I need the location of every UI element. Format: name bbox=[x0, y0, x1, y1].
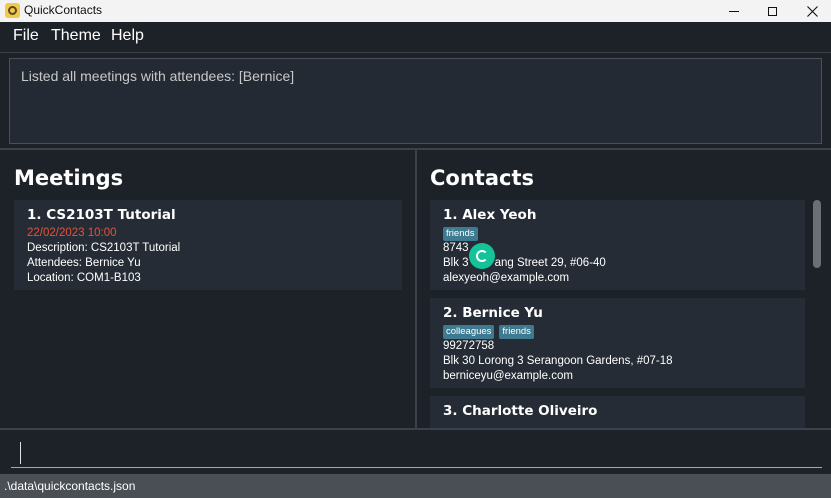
window-title: QuickContacts bbox=[24, 3, 103, 17]
contact-email: alexyeoh@example.com bbox=[443, 272, 570, 284]
result-message: Listed all meetings with attendees: [Ber… bbox=[21, 68, 295, 84]
contact-tags: colleagues friends bbox=[443, 325, 534, 339]
meeting-location: Location: COM1-B103 bbox=[27, 272, 141, 284]
tag: friends bbox=[499, 325, 534, 339]
contact-phone: 99272758 bbox=[443, 340, 495, 352]
menu-theme[interactable]: Theme bbox=[51, 27, 101, 45]
result-panel: Listed all meetings with attendees: [Ber… bbox=[0, 52, 831, 148]
meetings-panel: Meetings 1. CS2103T Tutorial 22/02/2023 … bbox=[0, 150, 415, 428]
contact-address: Blk 3 ang Street 29, #06-40 bbox=[443, 257, 606, 269]
menu-file[interactable]: File bbox=[13, 27, 39, 45]
grammarly-icon[interactable] bbox=[469, 243, 495, 269]
close-button[interactable] bbox=[792, 0, 831, 22]
contact-tags: friends bbox=[443, 227, 478, 241]
command-panel bbox=[0, 428, 831, 470]
contacts-scrollbar[interactable] bbox=[813, 200, 821, 268]
contact-phone: 8743 bbox=[443, 242, 469, 254]
app-icon bbox=[5, 3, 20, 18]
contact-address-start: Blk 3 bbox=[443, 257, 469, 269]
contact-email: berniceyu@example.com bbox=[443, 370, 573, 382]
contacts-panel: Contacts 1. Alex Yeoh friends 8743 Blk 3… bbox=[417, 150, 831, 428]
meeting-title: 1. CS2103T Tutorial bbox=[27, 207, 176, 223]
title-bar: QuickContacts bbox=[0, 0, 831, 22]
meeting-card[interactable]: 1. CS2103T Tutorial 22/02/2023 10:00 Des… bbox=[14, 200, 402, 290]
text-caret bbox=[20, 442, 21, 464]
close-icon bbox=[806, 5, 818, 17]
contact-name: 3. Charlotte Oliveiro bbox=[443, 403, 598, 419]
menu-help[interactable]: Help bbox=[111, 27, 144, 45]
contact-name: 1. Alex Yeoh bbox=[443, 207, 537, 223]
contact-name: 2. Bernice Yu bbox=[443, 305, 543, 321]
maximize-icon bbox=[767, 6, 777, 16]
meeting-attendees: Attendees: Bernice Yu bbox=[27, 257, 141, 269]
save-file-path: .\data\quickcontacts.json bbox=[4, 479, 136, 493]
minimize-button[interactable] bbox=[714, 0, 754, 22]
contact-address-end: ang Street 29, #06-40 bbox=[494, 257, 606, 269]
tag: colleagues bbox=[443, 325, 495, 339]
maximize-button[interactable] bbox=[752, 0, 792, 22]
contact-card[interactable]: 2. Bernice Yu colleagues friends 9927275… bbox=[430, 298, 805, 388]
contacts-heading: Contacts bbox=[430, 166, 534, 190]
contact-address: Blk 30 Lorong 3 Serangoon Gardens, #07-1… bbox=[443, 355, 673, 367]
result-display[interactable]: Listed all meetings with attendees: [Ber… bbox=[9, 58, 822, 144]
status-bar: .\data\quickcontacts.json bbox=[0, 474, 831, 498]
meeting-description: Description: CS2103T Tutorial bbox=[27, 242, 181, 254]
minimize-icon bbox=[729, 10, 739, 12]
meetings-heading: Meetings bbox=[14, 166, 124, 190]
tag: friends bbox=[443, 227, 478, 241]
meeting-datetime: 22/02/2023 10:00 bbox=[27, 227, 117, 239]
command-input[interactable] bbox=[11, 438, 822, 468]
contact-card[interactable]: 3. Charlotte Oliveiro bbox=[430, 396, 805, 428]
menu-bar: File Theme Help bbox=[0, 22, 831, 52]
